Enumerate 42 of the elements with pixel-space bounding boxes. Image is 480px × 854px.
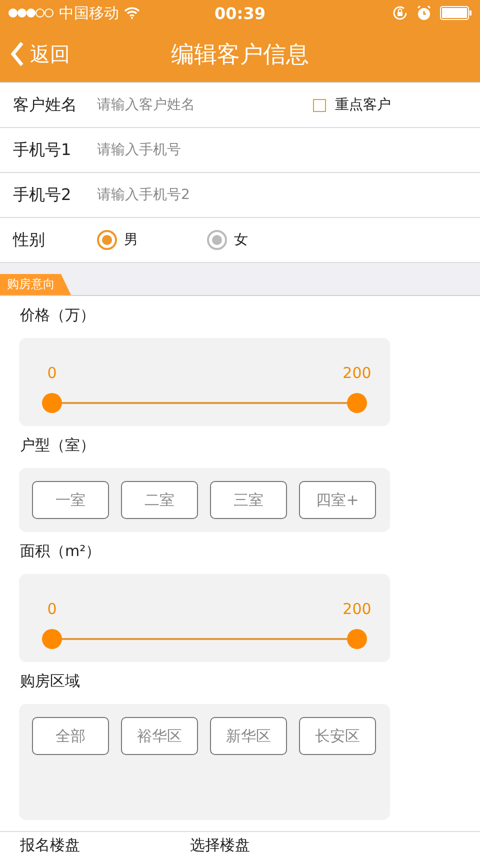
field-label: 手机号1 <box>13 140 72 160</box>
alarm-icon <box>416 5 432 21</box>
carrier-name: 中国移动 <box>59 4 119 22</box>
option-button[interactable]: 三室 <box>210 481 287 519</box>
slider-thumb[interactable] <box>42 393 62 413</box>
select-link[interactable]: 选择楼盘 <box>190 836 480 853</box>
option-button[interactable]: 裕华区 <box>121 717 198 755</box>
field-label: 手机号2 <box>13 184 72 206</box>
group-title: 购房区域 <box>19 671 81 692</box>
slider-value: 0 <box>47 600 57 618</box>
slider-value: 200 <box>342 600 372 618</box>
input-field[interactable]: 请输入手机号 <box>97 142 297 158</box>
status-time: 00:39 <box>214 4 266 22</box>
radio-button[interactable]: 女 <box>207 230 317 250</box>
field-label: 性别 <box>13 230 46 250</box>
signal-icon <box>8 8 54 18</box>
group-title: 价格（万） <box>19 305 96 326</box>
field-label: 客户姓名 <box>13 94 78 116</box>
slider-thumb[interactable] <box>347 629 367 649</box>
battery-icon <box>440 6 472 20</box>
checkbox[interactable]: 重点客户 <box>313 96 391 114</box>
wifi-icon <box>124 7 140 19</box>
chevron-left-icon <box>10 41 24 67</box>
option-button[interactable]: 新华区 <box>210 717 287 755</box>
rotation-lock-icon <box>392 5 408 21</box>
radio-button[interactable]: 男 <box>97 230 207 250</box>
back-button[interactable]: 返回 <box>0 40 70 68</box>
option-button[interactable]: 长安区 <box>299 717 376 755</box>
input-field[interactable]: 请输入客户姓名 <box>97 97 297 113</box>
option-button[interactable]: 二室 <box>121 481 198 519</box>
input-field[interactable]: 请输入手机号2 <box>97 187 297 203</box>
group-title: 户型（室） <box>19 435 96 456</box>
slider-thumb[interactable] <box>347 393 367 413</box>
slider-thumb[interactable] <box>42 629 62 649</box>
option-button[interactable]: 全部 <box>32 717 109 755</box>
group-title: 面积（m²） <box>19 541 102 562</box>
field-label: 报名楼盘 <box>20 836 81 853</box>
option-button[interactable]: 四室+ <box>299 481 376 519</box>
slider-value: 200 <box>342 364 372 382</box>
option-button[interactable]: 一室 <box>32 481 109 519</box>
slider-value: 0 <box>47 364 57 382</box>
page-title: 编辑客户信息 <box>171 42 309 68</box>
